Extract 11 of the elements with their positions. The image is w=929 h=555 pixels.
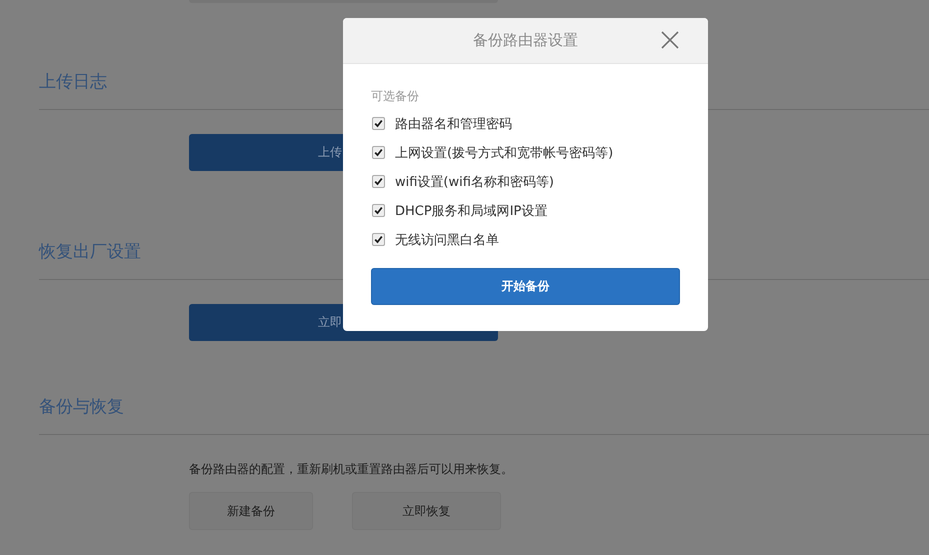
option-label: 无线访问黑白名单 xyxy=(395,232,499,248)
dialog-title: 备份路由器设置 xyxy=(473,31,578,50)
section-heading: 备份与恢复 xyxy=(39,396,124,419)
option-label: DHCP服务和局域网IP设置 xyxy=(395,202,548,220)
description-text: 备份路由器的配置，重新刷机或重置路由器后可以用来恢复。 xyxy=(189,461,513,477)
option-label: wifi设置(wifi名称和密码等) xyxy=(395,174,554,190)
section-heading: 恢复出厂设置 xyxy=(39,241,141,264)
section-label: 可选备份 xyxy=(371,88,419,104)
option-label: 上网设置(拨号方式和宽带帐号密码等) xyxy=(395,144,614,162)
section-heading: 上传日志 xyxy=(39,71,107,94)
option-label: 路由器名和管理密码 xyxy=(395,116,512,132)
